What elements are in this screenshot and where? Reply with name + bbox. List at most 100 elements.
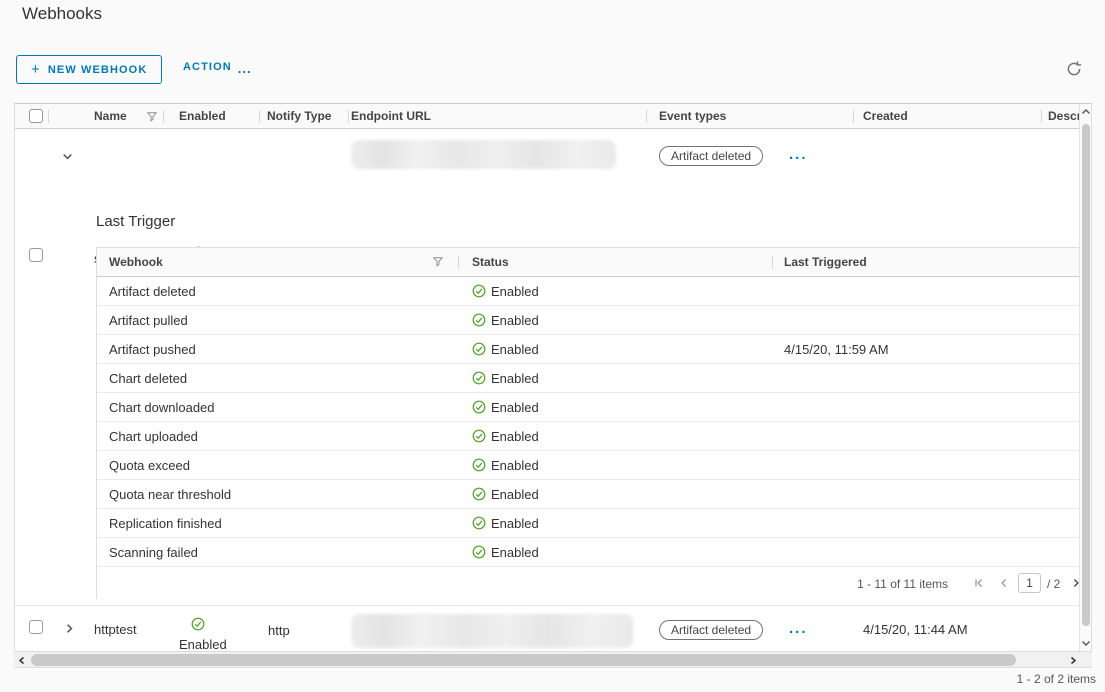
event-type-tag: Artifact deleted: [659, 620, 763, 640]
trigger-last-triggered: 4/15/20, 11:59 AM: [784, 342, 889, 357]
trigger-row: Chart downloaded Enabled: [97, 393, 1080, 422]
column-header-last-triggered: Last Triggered: [784, 255, 867, 269]
column-header-created: Created: [863, 109, 908, 123]
new-webhook-button[interactable]: + NEW WEBHOOK: [16, 55, 162, 84]
trigger-status: Enabled: [491, 545, 539, 560]
trigger-webhook: Quota exceed: [109, 458, 190, 473]
refresh-icon: [1065, 60, 1085, 78]
trigger-status: Enabled: [491, 371, 539, 386]
horizontal-scrollbar-thumb[interactable]: [31, 654, 1016, 666]
more-event-types-button[interactable]: ...: [789, 622, 808, 636]
enabled-check-icon: [472, 342, 486, 356]
trigger-status: Enabled: [491, 429, 539, 444]
trigger-webhook: Artifact deleted: [109, 284, 196, 299]
chevron-right-icon: [63, 622, 76, 635]
trigger-row: Artifact pushed Enabled 4/15/20, 11:59 A…: [97, 335, 1080, 364]
column-header-enabled: Enabled: [179, 109, 226, 123]
enabled-check-icon: [472, 371, 486, 385]
previous-page-button[interactable]: [998, 577, 1010, 589]
collapse-row-button[interactable]: [61, 150, 74, 163]
row-checkbox[interactable]: [29, 248, 43, 262]
trigger-status: Enabled: [491, 313, 539, 328]
last-trigger-pagination: 1 - 11 of 11 items / 2: [97, 567, 1080, 599]
enabled-check-icon: [472, 458, 486, 472]
first-page-button[interactable]: [973, 577, 985, 589]
enabled-check-icon: [472, 545, 486, 559]
trigger-row: Artifact deleted Enabled: [97, 277, 1080, 306]
event-type-tag: Artifact deleted: [659, 146, 763, 166]
scroll-left-icon[interactable]: [18, 656, 26, 665]
last-trigger-header-row: Webhook Status Last Triggered: [97, 248, 1080, 277]
scroll-up-icon[interactable]: [1081, 108, 1091, 116]
column-header-description: Descri: [1048, 109, 1081, 123]
enabled-check-icon: [472, 284, 486, 298]
row-checkbox[interactable]: [29, 620, 43, 634]
last-trigger-title: Last Trigger: [96, 213, 175, 230]
webhook-name: httptest: [94, 622, 137, 637]
trigger-status: Enabled: [491, 458, 539, 473]
action-label: ACTION: [183, 61, 232, 73]
chevron-left-icon: [998, 577, 1010, 589]
enabled-check-icon: [191, 617, 205, 631]
plus-icon: +: [31, 64, 41, 75]
more-event-types-button[interactable]: ...: [789, 148, 808, 162]
enabled-check-icon: [472, 516, 486, 530]
trigger-row: Chart deleted Enabled: [97, 364, 1080, 393]
grid-items-range: 1 - 2 of 2 items: [1017, 672, 1096, 686]
trigger-webhook: Chart deleted: [109, 371, 187, 386]
name-filter-icon[interactable]: [147, 112, 157, 122]
trigger-row: Artifact pulled Enabled: [97, 306, 1080, 335]
trigger-row: Chart uploaded Enabled: [97, 422, 1080, 451]
trigger-webhook: Artifact pushed: [109, 342, 196, 357]
trigger-row: Replication finished Enabled: [97, 509, 1080, 538]
trigger-row: Quota near threshold Enabled: [97, 480, 1080, 509]
webhook-filter-icon[interactable]: [433, 257, 443, 267]
trigger-row: Scanning failed Enabled: [97, 538, 1080, 567]
trigger-row: Quota exceed Enabled: [97, 451, 1080, 480]
trigger-webhook: Quota near threshold: [109, 487, 231, 502]
datagrid-header-row: Name Enabled Notify Type Endpoint URL Ev…: [15, 104, 1081, 129]
trigger-status: Enabled: [491, 516, 539, 531]
action-dropdown-button[interactable]: ACTION ...: [183, 61, 252, 73]
ellipsis-icon: ...: [238, 64, 252, 73]
scroll-down-icon[interactable]: [1081, 639, 1091, 647]
created-value: 4/15/20, 11:44 AM: [863, 622, 968, 637]
endpoint-url-redacted: [351, 614, 633, 648]
enabled-check-icon: [472, 313, 486, 327]
trigger-webhook: Chart downloaded: [109, 400, 215, 415]
trigger-webhook: Scanning failed: [109, 545, 198, 560]
trigger-status: Enabled: [491, 400, 539, 415]
column-header-event-types: Event types: [659, 109, 726, 123]
new-webhook-label: NEW WEBHOOK: [48, 64, 147, 76]
vertical-scrollbar-thumb[interactable]: [1082, 124, 1090, 626]
refresh-button[interactable]: [1065, 59, 1085, 79]
enabled-check-icon: [472, 429, 486, 443]
trigger-webhook: Artifact pulled: [109, 313, 188, 328]
enabled-status-label: Enabled: [179, 637, 227, 652]
trigger-webhook: Chart uploaded: [109, 429, 198, 444]
page-title: Webhooks: [22, 4, 102, 24]
column-header-status: Status: [472, 255, 509, 269]
column-header-notify-type: Notify Type: [267, 109, 331, 123]
horizontal-scrollbar[interactable]: [14, 652, 1092, 668]
chevron-down-icon: [61, 150, 74, 163]
webhooks-datagrid: Name Enabled Notify Type Endpoint URL Ev…: [14, 103, 1092, 652]
scroll-right-icon[interactable]: [1069, 656, 1077, 665]
expand-row-button[interactable]: [63, 622, 76, 635]
last-trigger-datagrid: Webhook Status Last Triggered Artifact d…: [96, 247, 1081, 599]
vertical-scrollbar[interactable]: [1079, 104, 1091, 651]
column-header-name: Name: [94, 109, 127, 123]
pagination-range: 1 - 11 of 11 items: [857, 577, 948, 591]
trigger-status: Enabled: [491, 284, 539, 299]
trigger-status: Enabled: [491, 342, 539, 357]
trigger-status: Enabled: [491, 487, 539, 502]
endpoint-url-redacted: [351, 140, 616, 169]
enabled-check-icon: [472, 487, 486, 501]
page-total: / 2: [1047, 577, 1060, 591]
column-header-endpoint-url: Endpoint URL: [351, 109, 431, 123]
column-header-webhook: Webhook: [109, 255, 163, 269]
enabled-check-icon: [472, 400, 486, 414]
page-input[interactable]: [1018, 573, 1041, 593]
notify-type-value: http: [268, 623, 290, 638]
select-all-checkbox[interactable]: [29, 109, 43, 123]
